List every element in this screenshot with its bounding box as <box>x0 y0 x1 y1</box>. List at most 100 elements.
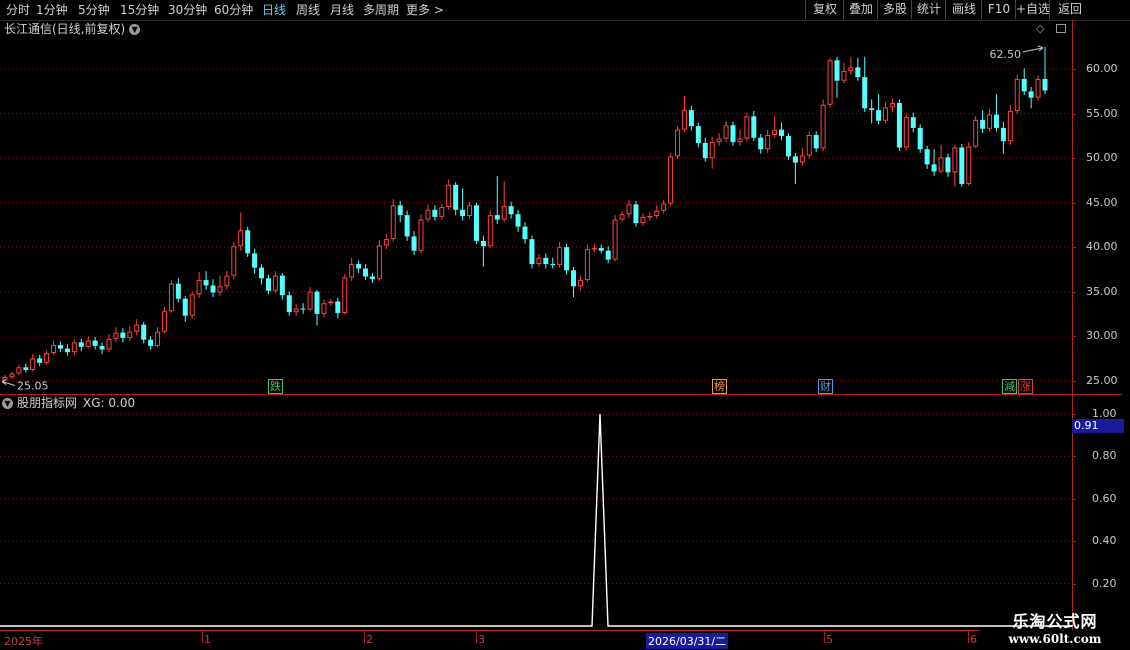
candle-body-down <box>473 205 479 241</box>
candle-body-down <box>286 295 292 313</box>
candle-body-up <box>155 331 161 346</box>
tab-1min[interactable]: 1分钟 <box>36 2 68 18</box>
candle-body-down <box>252 253 258 268</box>
candle-body-up <box>737 138 743 143</box>
candle-body-down <box>279 275 285 296</box>
candle-body-up <box>196 280 202 295</box>
restore-rights-button[interactable]: 复权 <box>805 0 844 19</box>
candle-body-down <box>993 114 999 128</box>
diamond-icon[interactable]: ◇ <box>1036 22 1044 35</box>
overlay-button[interactable]: 叠加 <box>843 0 878 19</box>
indicator-chart[interactable] <box>0 396 1072 630</box>
candle-body-up <box>71 342 77 353</box>
event-marker[interactable]: 減 <box>1002 379 1017 394</box>
candle-body-up <box>889 102 895 108</box>
date-axis-tick <box>824 631 825 643</box>
candle-body-down <box>779 129 785 136</box>
tab-60min[interactable]: 60分钟 <box>214 2 253 18</box>
tab-weekly[interactable]: 周线 <box>296 2 320 18</box>
price-axis-tick <box>1072 291 1076 293</box>
candle-body-up <box>272 275 278 291</box>
tab-monthly[interactable]: 月线 <box>330 2 354 18</box>
candle-body-down <box>494 215 500 220</box>
candle-body-up <box>883 107 889 121</box>
event-marker[interactable]: 财 <box>818 379 833 394</box>
candle-body-down <box>37 358 43 363</box>
indicator-axis-label: 0.60 <box>1092 491 1117 505</box>
candle-body-down <box>702 143 708 159</box>
date-axis-label: 5 <box>826 633 833 646</box>
watchlist-add-button[interactable]: +自选 <box>1015 0 1050 19</box>
chevron-down-icon[interactable]: ▼ <box>129 24 141 35</box>
candle-body-up <box>952 147 958 173</box>
tab-more[interactable]: 更多 > <box>406 2 444 18</box>
candle-body-down <box>245 230 251 254</box>
candle-body-up <box>903 117 909 148</box>
candle-body-up <box>848 67 854 71</box>
candle-body-up <box>168 283 174 312</box>
candle-body-down <box>855 67 861 78</box>
candle-body-down <box>758 137 764 150</box>
candle-body-up <box>557 247 563 265</box>
candle-body-up <box>106 338 112 350</box>
xg-signal-line <box>0 413 1072 627</box>
candle-body-up <box>577 280 583 287</box>
f10-button[interactable]: F10 <box>981 0 1016 19</box>
low-price-label: 25.05 <box>17 380 49 393</box>
draw-line-button[interactable]: 画线 <box>945 0 982 19</box>
event-marker[interactable]: 涨 <box>1018 379 1033 394</box>
price-axis-label: 55.00 <box>1086 106 1118 120</box>
candle-body-down <box>120 332 126 338</box>
price-axis-tick <box>1072 69 1076 71</box>
candle-body-up <box>716 138 722 143</box>
tab-30min[interactable]: 30分钟 <box>168 2 207 18</box>
axis-separator <box>1072 20 1073 630</box>
price-axis-tick <box>1072 113 1076 115</box>
candle-body-up <box>231 246 237 276</box>
candle-body-down <box>182 298 188 316</box>
candle-body-up <box>820 104 826 149</box>
multi-stock-button[interactable]: 多股 <box>877 0 912 19</box>
price-chart[interactable]: 62.50 25.05 <box>0 38 1072 394</box>
candle-body-down <box>945 157 951 173</box>
price-axis-tick <box>1072 202 1076 204</box>
candle-body-down <box>92 340 98 346</box>
window-icon[interactable] <box>1056 24 1066 33</box>
indicator-axis-label: 0.80 <box>1092 449 1117 463</box>
price-axis-label: 40.00 <box>1086 240 1118 254</box>
tab-daily[interactable]: 日线 <box>262 2 286 18</box>
period-toolbar: 分时 1分钟 5分钟 15分钟 30分钟 60分钟 日线 周线 月线 多周期 更… <box>0 0 1130 21</box>
candle-body-up <box>668 156 674 204</box>
chart-title-bar: 长江通信(日线,前复权) ▼ <box>0 20 141 38</box>
tab-multi-period[interactable]: 多周期 <box>363 2 399 18</box>
candle-body-up <box>439 207 445 217</box>
price-axis-label: 25.00 <box>1086 373 1118 387</box>
date-axis-tick <box>968 631 969 643</box>
candle-body-up <box>987 114 993 129</box>
candle-body-down <box>148 339 154 346</box>
candle-body-down <box>605 250 611 260</box>
candle-body-down <box>369 276 375 280</box>
price-axis-tick <box>1072 380 1076 382</box>
candle-body-down <box>862 77 868 109</box>
back-button[interactable]: 返回 <box>1049 0 1090 19</box>
event-marker[interactable]: 榜 <box>712 379 727 394</box>
candle-body-down <box>411 236 417 251</box>
tab-fenshi[interactable]: 分时 <box>6 2 30 18</box>
candle-body-down <box>896 102 902 148</box>
candle-body-down <box>688 110 694 127</box>
candle-body-up <box>584 248 590 281</box>
candle-body-down <box>924 149 930 165</box>
tab-5min[interactable]: 5分钟 <box>78 2 110 18</box>
candle-body-down <box>508 206 514 215</box>
date-axis: 2025年 1 2 3 2026/03/31/二 5 6 <box>0 630 980 649</box>
candle-body-down <box>432 209 438 217</box>
tab-15min[interactable]: 15分钟 <box>120 2 159 18</box>
candle-body-up <box>224 275 230 287</box>
event-marker[interactable]: 跌 <box>268 379 283 394</box>
price-axis-label: 60.00 <box>1086 62 1118 76</box>
candle-body-up <box>383 239 389 246</box>
statistics-button[interactable]: 统计 <box>911 0 946 19</box>
watermark: 乐淘公式网 www.60lt.com <box>990 608 1120 646</box>
candle-body-down <box>460 209 466 216</box>
